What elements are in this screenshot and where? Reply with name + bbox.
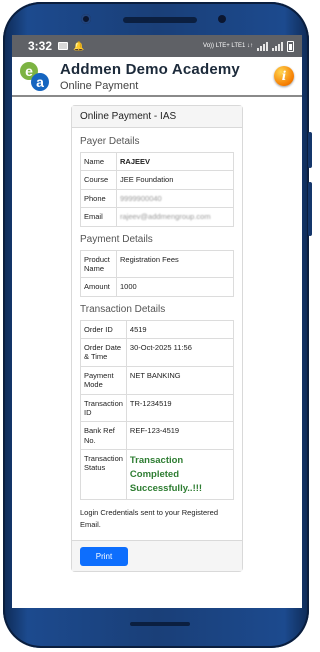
course-value: JEE Foundation [116,170,234,190]
network-label: Vo)) LTE+ LTE1 ↓↑ [203,43,253,49]
signal-icon-2 [272,41,283,51]
row-label: Payment Mode [80,365,127,395]
amount-value: 1000 [116,277,234,297]
card-body: Payer Details Name RAJEEV Course JEE Fou… [72,128,242,530]
row-label: Bank Ref No. [80,421,127,450]
battery-icon [287,40,294,52]
phone-value: 9999900040 [116,188,234,209]
email-value-blurred: rajeev@addmengroup.com [120,212,211,222]
order-id-value: 4519 [125,319,235,340]
bottom-bezel [130,622,190,626]
main-content: Online Payment - IAS Payer Details Name … [12,97,302,572]
table-row: Transaction Status Transaction Completed… [80,448,235,501]
status-bar: 3:32 🔔 Vo)) LTE+ LTE1 ↓↑ [12,35,302,57]
table-row: Email rajeev@addmengroup.com [80,207,234,227]
notification-bell-icon: 🔔 [73,40,85,51]
table-row: Order Date & Time 30-Oct-2025 11:56 [80,338,235,367]
transaction-details-table: Order ID 4519 Order Date & Time 30-Oct-2… [80,319,235,501]
product-name-value: Registration Fees [116,249,234,279]
transaction-status-value: Transaction Completed Successfully..!!! [125,448,235,501]
print-button[interactable]: Print [80,546,128,566]
row-label: Phone [80,188,117,209]
order-date-value: 30-Oct-2025 11:56 [125,338,235,367]
email-value: rajeev@addmengroup.com [116,207,234,227]
table-row: Transaction ID TR-1234519 [80,393,235,423]
table-row: Bank Ref No. REF-123-4519 [80,421,235,450]
payer-details-title: Payer Details [80,136,140,147]
front-camera [81,14,91,24]
table-row: Course JEE Foundation [80,170,234,190]
app-subtitle: Online Payment [60,79,139,92]
row-label: Amount [80,277,117,297]
app-title-block: Addmen Demo Academy Online Payment [60,61,274,92]
transaction-details-title: Transaction Details [80,303,166,315]
row-label: Product Name [80,249,117,279]
payer-name-value: RAJEEV [116,151,234,172]
table-row: Name RAJEEV [80,151,234,172]
phone-value-blurred: 9999900040 [120,193,162,203]
table-row: Amount 1000 [80,277,234,297]
card-header: Online Payment - IAS [72,106,242,128]
app-header: e a Addmen Demo Academy Online Payment i [12,57,302,97]
row-label: Email [80,207,117,227]
row-label: Order Date & Time [80,338,127,367]
payment-details-title: Payment Details [80,233,153,245]
logo-letter-a: a [31,73,49,91]
row-label: Course [80,170,117,190]
power-button [308,182,312,236]
payment-details-table: Product Name Registration Fees Amount 10… [80,249,234,297]
table-row: Payment Mode NET BANKING [80,365,235,395]
proximity-sensor [218,15,226,23]
volume-button [308,132,312,168]
row-label: Order ID [80,319,127,340]
status-time: 3:32 [28,39,53,53]
status-right: Vo)) LTE+ LTE1 ↓↑ [203,40,294,52]
row-label: Name [80,151,117,172]
table-row: Product Name Registration Fees [80,249,234,279]
row-label: Transaction ID [80,393,127,423]
bank-ref-value: REF-123-4519 [125,421,235,450]
row-label: Transaction Status [80,448,127,501]
app-title: Addmen Demo Academy [60,60,240,78]
credentials-note: Login Credentials sent to your Registere… [80,508,218,529]
transaction-id-value: TR-1234519 [125,393,235,423]
phone-screen: 3:32 🔔 Vo)) LTE+ LTE1 ↓↑ e a Addmen Demo… [12,35,302,608]
info-icon[interactable]: i [274,66,294,86]
table-row: Phone 9999900040 [80,188,234,209]
payment-card: Online Payment - IAS Payer Details Name … [71,105,243,572]
signal-icon [257,41,268,51]
payment-mode-value: NET BANKING [125,365,235,395]
card-footer: Print [72,539,242,571]
earpiece-speaker [123,17,197,23]
payer-details-table: Name RAJEEV Course JEE Foundation Phone … [80,151,234,227]
academy-logo: e a [20,60,50,92]
table-row: Order ID 4519 [80,319,235,340]
message-icon [58,42,69,50]
